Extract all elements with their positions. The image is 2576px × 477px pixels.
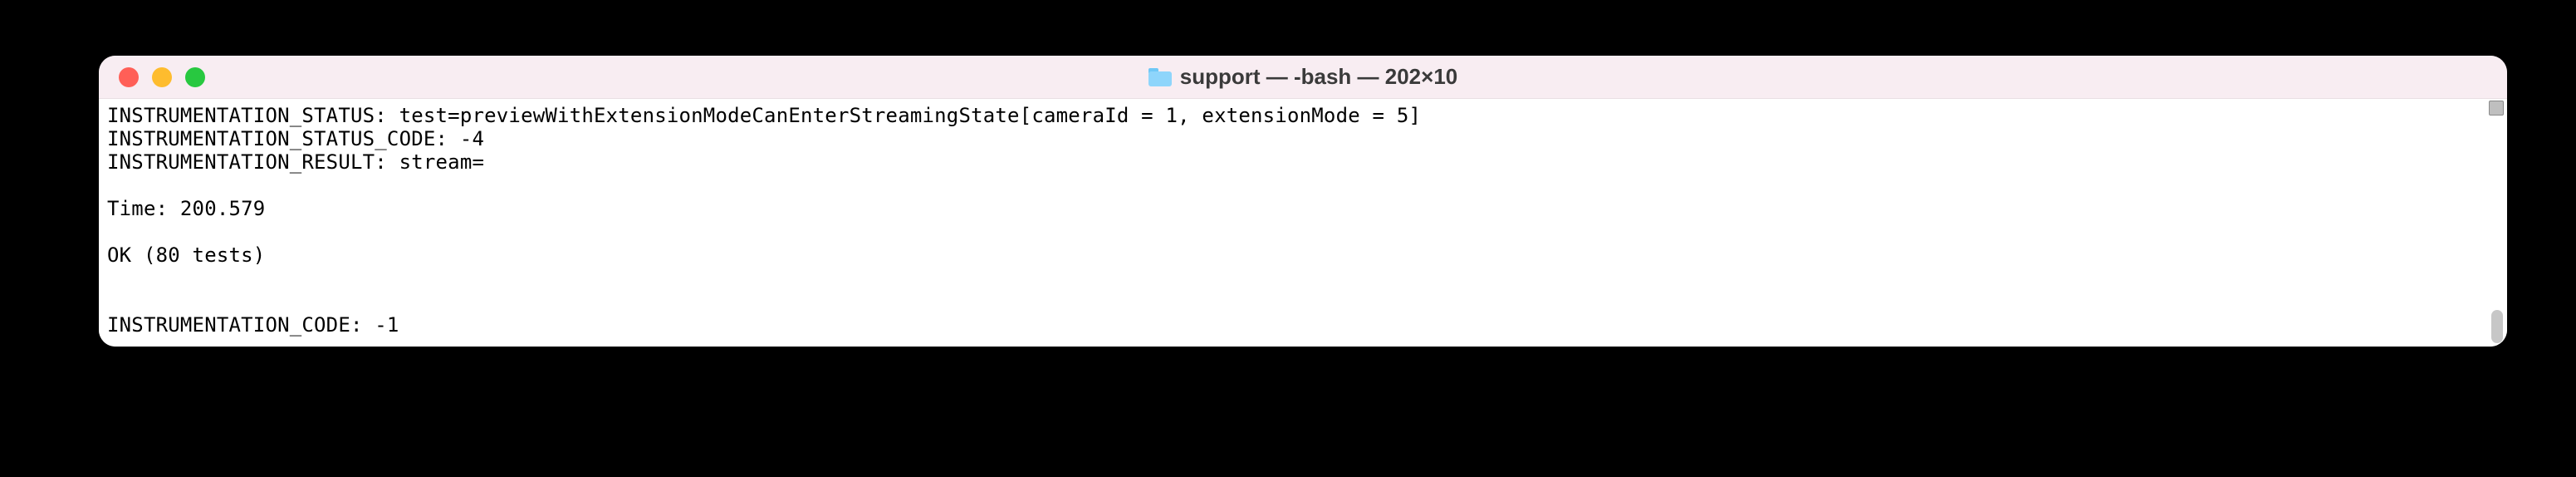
terminal-line: Time: 200.579 <box>107 197 265 220</box>
scrollbar[interactable] <box>2487 99 2505 347</box>
folder-icon <box>1148 68 1172 86</box>
terminal-window: support — -bash — 202×10 INSTRUMENTATION… <box>99 56 2507 347</box>
titlebar[interactable]: support — -bash — 202×10 <box>99 56 2507 99</box>
terminal-line: INSTRUMENTATION_STATUS: test=previewWith… <box>107 104 1421 127</box>
close-icon[interactable] <box>119 67 139 87</box>
traffic-lights <box>99 67 205 87</box>
scroll-up-indicator-icon[interactable] <box>2489 101 2504 116</box>
terminal-body[interactable]: INSTRUMENTATION_STATUS: test=previewWith… <box>99 99 2507 347</box>
terminal-content: INSTRUMENTATION_STATUS: test=previewWith… <box>99 99 2507 342</box>
terminal-line: OK (80 tests) <box>107 243 265 267</box>
window-title: support — -bash — 202×10 <box>1180 64 1457 90</box>
zoom-icon[interactable] <box>185 67 205 87</box>
terminal-line: INSTRUMENTATION_STATUS_CODE: -4 <box>107 127 484 150</box>
window-title-group: support — -bash — 202×10 <box>99 64 2507 90</box>
scroll-thumb[interactable] <box>2491 310 2503 343</box>
minimize-icon[interactable] <box>152 67 172 87</box>
terminal-line: INSTRUMENTATION_RESULT: stream= <box>107 150 484 174</box>
terminal-line: INSTRUMENTATION_CODE: -1 <box>107 313 399 337</box>
